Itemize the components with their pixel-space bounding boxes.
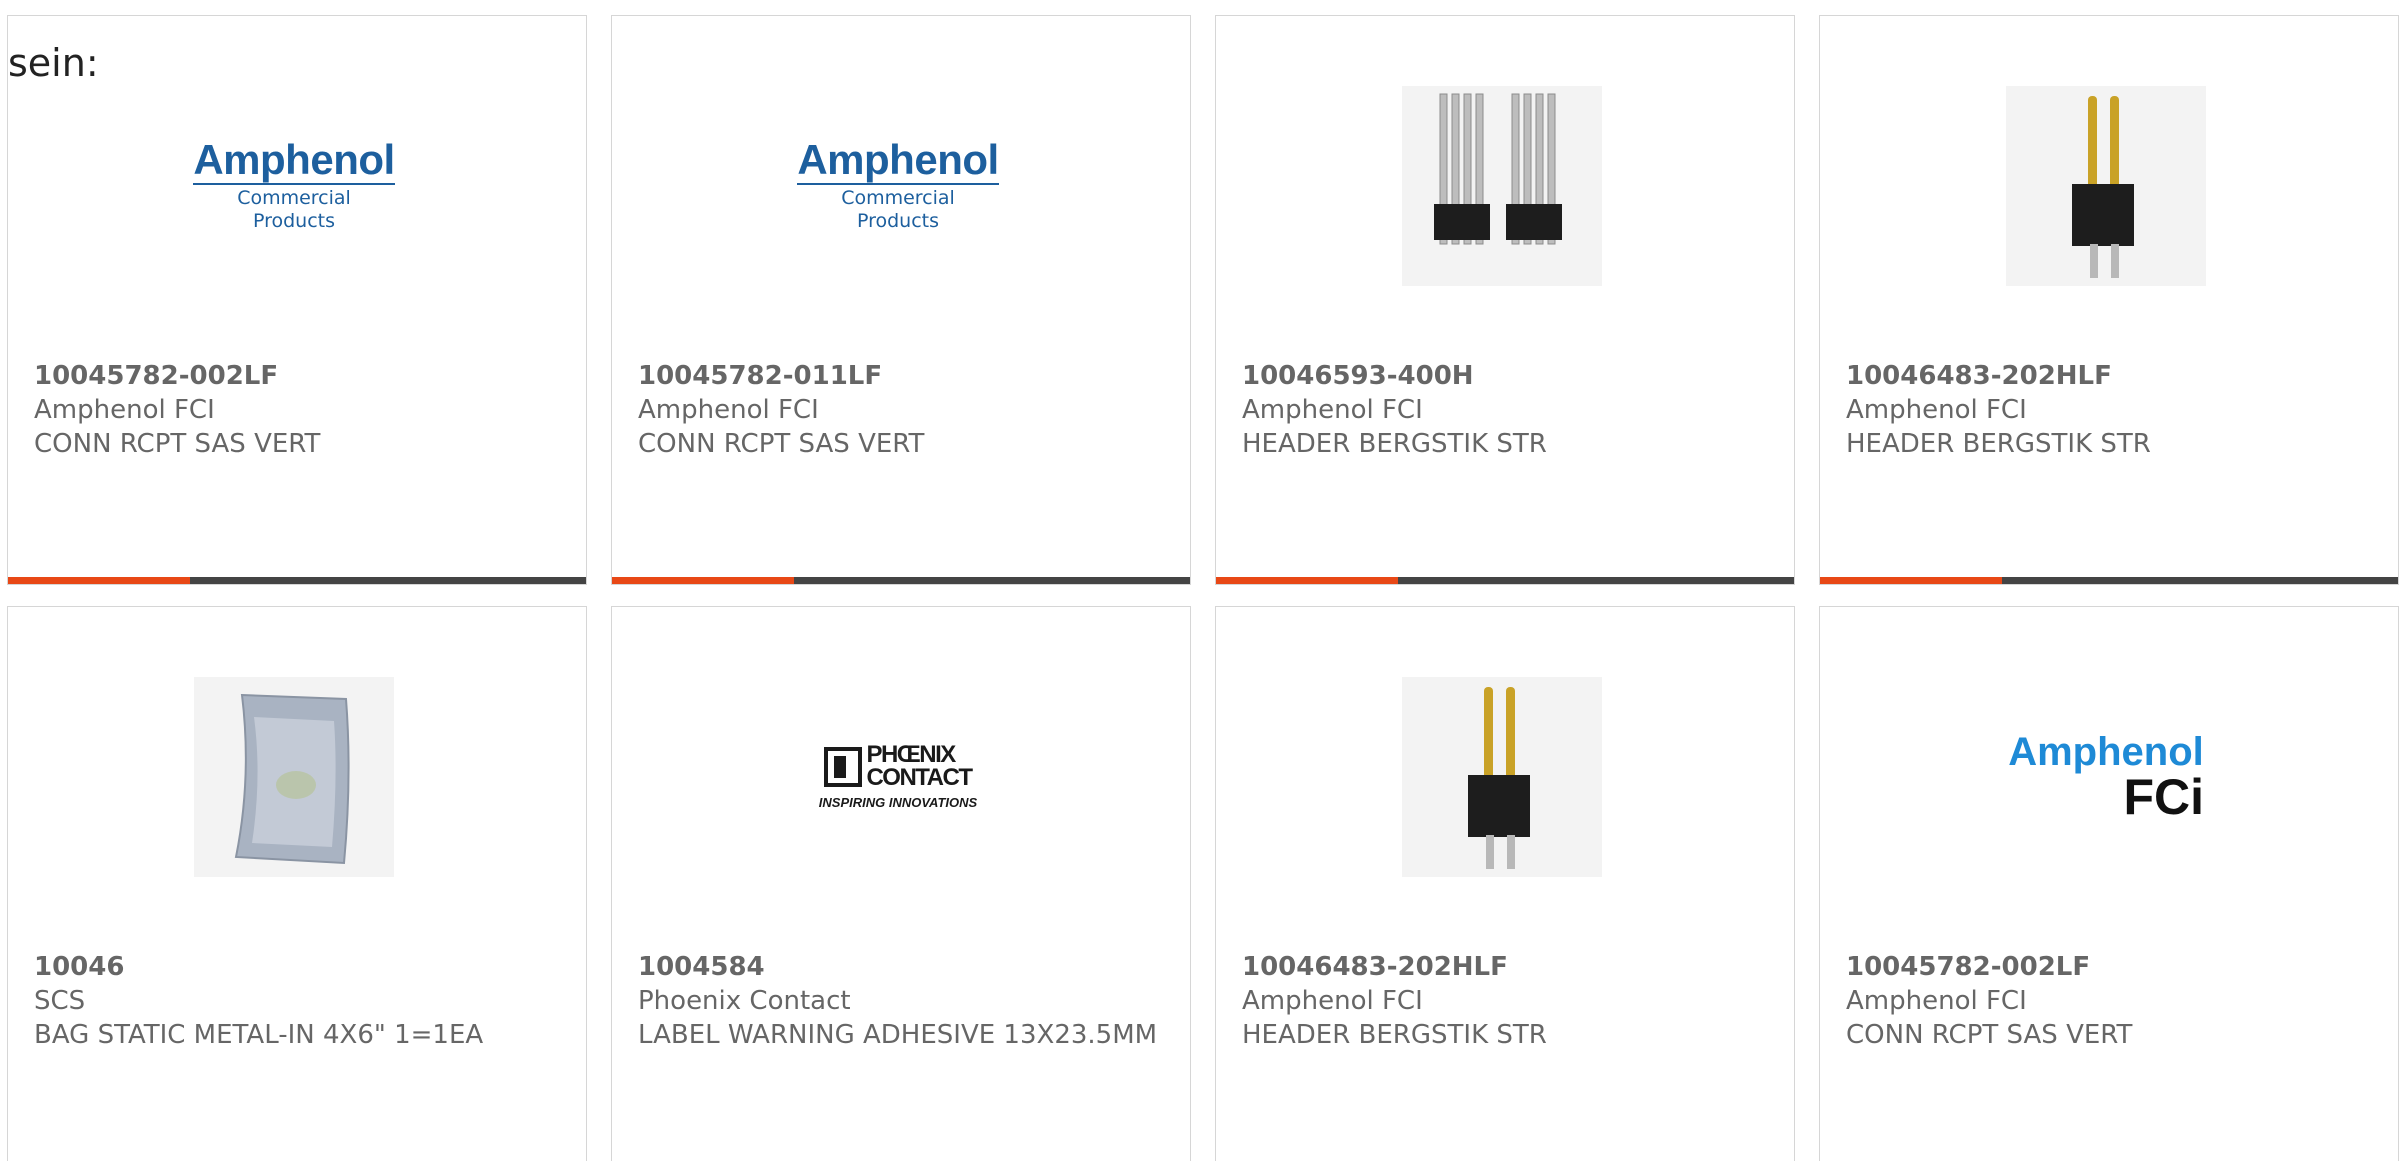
- product-info: 10046483-202HLF Amphenol FCI HEADER BERG…: [1242, 950, 1774, 1052]
- product-card[interactable]: Amphenol Commercial Products 10045782-01…: [611, 15, 1191, 585]
- card-bottom-bar: [1820, 577, 2398, 584]
- product-info: 10046593-400H Amphenol FCI HEADER BERGST…: [1242, 359, 1774, 461]
- product-image[interactable]: Amphenol Commercial Products: [797, 86, 999, 286]
- manufacturer: Amphenol FCI: [1846, 395, 2027, 425]
- logo-text: CONTACT: [866, 763, 973, 791]
- header-silver-photo: [1402, 86, 1602, 286]
- logo-subtext: FCi: [2123, 769, 2204, 825]
- part-number[interactable]: 10045782-002LF: [1846, 950, 2378, 984]
- header-gold-photo: [2006, 86, 2206, 286]
- product-card[interactable]: 10046 SCS BAG STATIC METAL-IN 4X6" 1=1EA: [7, 606, 587, 1161]
- product-info: 10045782-002LF Amphenol FCI CONN RCPT SA…: [1846, 950, 2378, 1052]
- part-number[interactable]: 10046483-202HLF: [1242, 950, 1774, 984]
- static-bag-photo: [194, 677, 394, 877]
- manufacturer: SCS: [34, 986, 86, 1016]
- product-card[interactable]: PHŒNIX CONTACT INSPIRING INNOVATIONS 100…: [611, 606, 1191, 1161]
- logo-text: Amphenol: [193, 136, 395, 186]
- description: CONN RCPT SAS VERT: [34, 429, 321, 459]
- product-info: 10045782-002LF Amphenol FCI CONN RCPT SA…: [34, 359, 566, 461]
- product-image[interactable]: PHŒNIX CONTACT INSPIRING INNOVATIONS: [798, 677, 998, 877]
- logo-subtext: Commercial Products: [237, 187, 351, 232]
- description: CONN RCPT SAS VERT: [1846, 1020, 2133, 1050]
- product-image[interactable]: [2006, 86, 2206, 286]
- card-accent: [8, 577, 190, 584]
- product-image[interactable]: [1402, 86, 1602, 286]
- manufacturer: Phoenix Contact: [638, 986, 851, 1016]
- part-number[interactable]: 10045782-002LF: [34, 359, 566, 393]
- product-card[interactable]: Amphenol FCi 10045782-002LF Amphenol FCI…: [1819, 606, 2399, 1161]
- product-grid: Amphenol Commercial Products 10045782-00…: [7, 15, 2399, 1161]
- product-card[interactable]: 10046483-202HLF Amphenol FCI HEADER BERG…: [1215, 606, 1795, 1161]
- product-info: 10045782-011LF Amphenol FCI CONN RCPT SA…: [638, 359, 1170, 461]
- part-number[interactable]: 10046: [34, 950, 566, 984]
- manufacturer: Amphenol FCI: [1242, 986, 1423, 1016]
- product-image[interactable]: [194, 677, 394, 877]
- product-card[interactable]: Amphenol Commercial Products 10045782-00…: [7, 15, 587, 585]
- description: HEADER BERGSTIK STR: [1846, 429, 2151, 459]
- phoenix-mark-icon: [824, 746, 863, 787]
- card-bottom-bar: [8, 577, 586, 584]
- product-info: 1004584 Phoenix Contact LABEL WARNING AD…: [638, 950, 1170, 1052]
- manufacturer: Amphenol FCI: [1242, 395, 1423, 425]
- part-number[interactable]: 10046593-400H: [1242, 359, 1774, 393]
- product-card[interactable]: 10046483-202HLF Amphenol FCI HEADER BERG…: [1819, 15, 2399, 585]
- manufacturer: Amphenol FCI: [1846, 986, 2027, 1016]
- description: CONN RCPT SAS VERT: [638, 429, 925, 459]
- card-bottom-bar: [612, 577, 1190, 584]
- intro-text: sein:: [8, 41, 99, 85]
- card-accent: [1820, 577, 2002, 584]
- amphenol-fci-logo: Amphenol FCi: [2006, 732, 2206, 822]
- header-gold-photo: [1402, 677, 1602, 877]
- product-info: 10046483-202HLF Amphenol FCI HEADER BERG…: [1846, 359, 2378, 461]
- product-image[interactable]: Amphenol FCi: [2006, 677, 2206, 877]
- description: BAG STATIC METAL-IN 4X6" 1=1EA: [34, 1020, 484, 1050]
- description: HEADER BERGSTIK STR: [1242, 1020, 1547, 1050]
- manufacturer: Amphenol FCI: [638, 395, 819, 425]
- amphenol-commercial-logo: Amphenol Commercial Products: [193, 136, 395, 233]
- product-card[interactable]: 10046593-400H Amphenol FCI HEADER BERGST…: [1215, 15, 1795, 585]
- card-accent: [1216, 577, 1398, 584]
- logo-text: Amphenol: [797, 136, 999, 186]
- logo-tagline: INSPIRING INNOVATIONS: [818, 794, 978, 810]
- card-accent: [612, 577, 794, 584]
- product-info: 10046 SCS BAG STATIC METAL-IN 4X6" 1=1EA: [34, 950, 566, 1052]
- product-image[interactable]: [1402, 677, 1602, 877]
- part-number[interactable]: 1004584: [638, 950, 1170, 984]
- logo-subtext: Commercial Products: [841, 187, 955, 232]
- phoenix-contact-logo: PHŒNIX CONTACT INSPIRING INNOVATIONS: [818, 743, 978, 810]
- part-number[interactable]: 10046483-202HLF: [1846, 359, 2378, 393]
- part-number[interactable]: 10045782-011LF: [638, 359, 1170, 393]
- card-bottom-bar: [1216, 577, 1794, 584]
- product-results-page: sein: Amphenol Commercial Products 10045…: [0, 0, 2400, 1161]
- amphenol-commercial-logo: Amphenol Commercial Products: [797, 136, 999, 233]
- manufacturer: Amphenol FCI: [34, 395, 215, 425]
- logo-text: Amphenol: [2008, 730, 2204, 774]
- description: HEADER BERGSTIK STR: [1242, 429, 1547, 459]
- description: LABEL WARNING ADHESIVE 13X23.5MM: [638, 1020, 1158, 1050]
- product-image[interactable]: Amphenol Commercial Products: [193, 86, 395, 286]
